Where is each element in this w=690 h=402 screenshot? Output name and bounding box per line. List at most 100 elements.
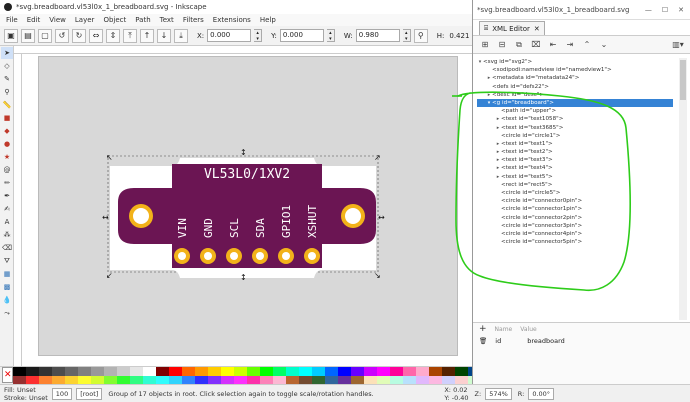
color-swatch[interactable] xyxy=(39,367,52,376)
color-swatch[interactable] xyxy=(26,375,39,384)
xml-node-row[interactable]: ▸ <text id="text1"> xyxy=(477,140,673,148)
xml-node-row[interactable]: ▸ <text id="text3685"> xyxy=(477,124,673,132)
pencil-tool-icon[interactable]: ✏ xyxy=(1,177,13,189)
menu-help[interactable]: Help xyxy=(260,16,276,24)
raise-icon[interactable]: ↑ xyxy=(140,28,154,43)
tab-xml-editor[interactable]: ⌸ XML Editor ✕ xyxy=(479,21,545,35)
minimize-icon[interactable]: — xyxy=(645,6,652,14)
color-swatch[interactable] xyxy=(208,375,221,384)
color-swatch[interactable] xyxy=(13,375,26,384)
lower-to-bottom-icon[interactable]: ⤓ xyxy=(174,28,188,43)
calligraphy-tool-icon[interactable]: ✍ xyxy=(1,203,13,215)
color-swatch[interactable] xyxy=(130,375,143,384)
xml-node-row[interactable]: <sodipodi:namedview id="namedview1"> xyxy=(477,66,673,74)
color-swatch[interactable] xyxy=(338,367,351,376)
rotate-handle-br-icon[interactable]: ↘ xyxy=(374,271,381,280)
color-swatch[interactable] xyxy=(221,367,234,376)
rotate-ccw-icon[interactable]: ↺ xyxy=(55,28,69,43)
delete-node-icon[interactable]: ⌧ xyxy=(530,39,542,51)
xml-node-row[interactable]: <circle id="connector1pin"> xyxy=(477,205,673,213)
color-swatch[interactable] xyxy=(117,367,130,376)
fill-stroke-indicator[interactable]: Fill: Unset Stroke: Unset xyxy=(4,386,48,402)
menu-filters[interactable]: Filters xyxy=(183,16,204,24)
color-swatch[interactable] xyxy=(364,375,377,384)
xml-node-row[interactable]: <rect id="rect5"> xyxy=(477,181,673,189)
color-swatch[interactable] xyxy=(52,367,65,376)
drawing-canvas[interactable]: VL53L0/1XV2 VIN GND SCL SDA GPIO1 XSHUT ↖ ↗ ↙… xyxy=(22,54,472,366)
xml-node-row[interactable]: <circle id="connector2pin"> xyxy=(477,214,673,222)
color-swatch[interactable] xyxy=(403,375,416,384)
menu-view[interactable]: View xyxy=(49,16,66,24)
color-swatch[interactable] xyxy=(260,375,273,384)
xml-node-row[interactable]: ▾ <g id="breadboard"> xyxy=(477,98,673,108)
menu-layer[interactable]: Layer xyxy=(75,16,95,24)
add-attribute-icon[interactable]: + xyxy=(479,324,487,334)
menu-object[interactable]: Object xyxy=(103,16,126,24)
y-spin-arrows-icon[interactable]: ▴ ▾ xyxy=(326,29,335,42)
spray-tool-icon[interactable]: ⁂ xyxy=(1,229,13,241)
color-swatch[interactable] xyxy=(403,367,416,376)
color-swatch[interactable] xyxy=(455,367,468,376)
color-swatch[interactable] xyxy=(13,367,26,376)
x-coordinate-field[interactable]: 0.000 xyxy=(207,29,252,42)
xml-node-row[interactable]: ▸ <metadata id="metadata24"> xyxy=(477,74,673,82)
raise-node-icon[interactable]: ⌃ xyxy=(581,39,593,51)
color-swatch[interactable] xyxy=(156,375,169,384)
color-swatch[interactable] xyxy=(325,375,338,384)
rotate-handle-tl-icon[interactable]: ↖ xyxy=(106,153,113,162)
color-swatch[interactable] xyxy=(182,375,195,384)
tab-close-icon[interactable]: ✕ xyxy=(534,25,540,33)
color-swatch[interactable] xyxy=(169,367,182,376)
color-swatch[interactable] xyxy=(364,367,377,376)
color-swatch[interactable] xyxy=(91,367,104,376)
eraser-tool-icon[interactable]: ⌫ xyxy=(1,242,13,254)
color-swatch[interactable] xyxy=(234,375,247,384)
width-field[interactable]: 0.980 xyxy=(355,29,400,42)
color-swatch[interactable] xyxy=(260,367,273,376)
unindent-node-icon[interactable]: ⇤ xyxy=(547,39,559,51)
color-swatch[interactable] xyxy=(351,375,364,384)
color-swatch[interactable] xyxy=(65,375,78,384)
xml-node-row[interactable]: ▾ <svg id="svg2"> xyxy=(477,58,673,66)
xml-node-row[interactable]: ▸ <desc id="desc"> xyxy=(477,91,673,99)
opacity-field[interactable]: 100 xyxy=(51,387,73,400)
color-swatch[interactable] xyxy=(325,367,338,376)
color-swatch[interactable] xyxy=(182,367,195,376)
xml-node-row[interactable]: <circle id="connector0pin"> xyxy=(477,197,673,205)
color-swatch[interactable] xyxy=(143,375,156,384)
raise-to-top-icon[interactable]: ⤒ xyxy=(123,28,137,43)
color-swatch[interactable] xyxy=(156,367,169,376)
color-swatch[interactable] xyxy=(390,375,403,384)
color-swatch[interactable] xyxy=(91,375,104,384)
color-swatch[interactable] xyxy=(104,367,117,376)
select-all-icon[interactable]: ▣ xyxy=(4,28,18,43)
attribute-row[interactable]: 🗑 id breadboard xyxy=(473,335,690,347)
new-element-node-icon[interactable]: ⊞ xyxy=(479,39,491,51)
scale-handle-top-icon[interactable]: ↕ xyxy=(240,148,247,157)
maximize-icon[interactable]: ☐ xyxy=(662,6,668,14)
xml-node-row[interactable]: ▸ <text id="text2"> xyxy=(477,148,673,156)
color-swatch[interactable] xyxy=(442,367,455,376)
xml-node-row[interactable]: ▸ <text id="text5"> xyxy=(477,173,673,181)
color-swatch[interactable] xyxy=(117,375,130,384)
no-paint-swatch-icon[interactable]: ✕ xyxy=(2,367,13,383)
color-swatch[interactable] xyxy=(130,367,143,376)
color-swatch[interactable] xyxy=(234,367,247,376)
x-spin-arrows-icon[interactable]: ▴ ▾ xyxy=(254,29,263,42)
color-swatch[interactable] xyxy=(169,375,182,384)
color-swatch[interactable] xyxy=(26,367,39,376)
color-swatch[interactable] xyxy=(286,375,299,384)
color-swatch[interactable] xyxy=(52,375,65,384)
color-swatch[interactable] xyxy=(299,375,312,384)
scale-handle-bottom-icon[interactable]: ↕ xyxy=(240,273,247,282)
color-swatch[interactable] xyxy=(312,367,325,376)
delete-attribute-icon[interactable]: 🗑 xyxy=(479,337,487,345)
lower-node-icon[interactable]: ⌄ xyxy=(598,39,610,51)
mesh-tool-icon[interactable]: ▩ xyxy=(1,281,13,293)
color-swatch[interactable] xyxy=(377,367,390,376)
layer-dropdown[interactable]: [root] xyxy=(76,387,103,400)
flip-vertical-icon[interactable]: ⇕ xyxy=(106,28,120,43)
color-swatch[interactable] xyxy=(416,375,429,384)
attribute-name[interactable]: id xyxy=(495,337,527,345)
xml-node-row[interactable]: <circle id="connector4pin"> xyxy=(477,230,673,238)
